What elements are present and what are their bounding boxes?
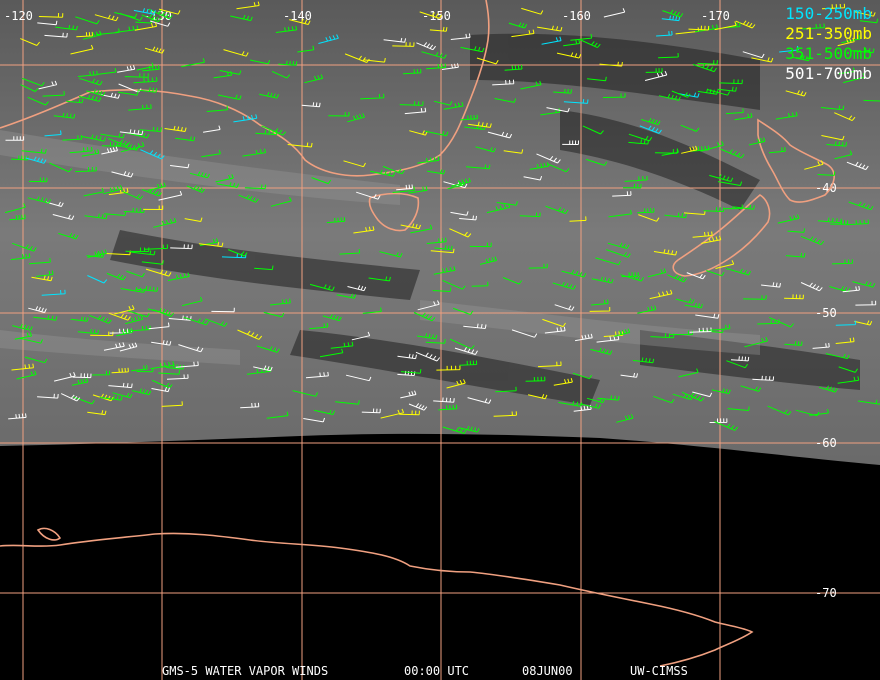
legend-entry-501-700mb: 501-700mb bbox=[785, 64, 872, 83]
caption-time: 00:00 UTC bbox=[404, 664, 470, 678]
caption-source: UW-CIMSS bbox=[630, 664, 688, 678]
lon-label: -170 bbox=[701, 9, 730, 23]
lat-label: -60 bbox=[815, 436, 837, 450]
lon-label: -120 bbox=[4, 9, 33, 23]
water-vapor-wind-map: -120 -130 -140 -150 -160 -170 -40 -50 -6… bbox=[0, 0, 880, 680]
legend-entry-351-500mb: 351-500mb bbox=[785, 44, 872, 63]
lon-label: -160 bbox=[562, 9, 591, 23]
pressure-level-legend: 150-250mb 251-350mb 351-500mb 501-700mb bbox=[785, 4, 872, 84]
legend-entry-150-250mb: 150-250mb bbox=[785, 4, 872, 23]
legend-entry-251-350mb: 251-350mb bbox=[785, 24, 872, 43]
caption-date: 08JUN00 bbox=[522, 664, 573, 678]
lat-label: -50 bbox=[815, 306, 837, 320]
lon-label: -140 bbox=[283, 9, 312, 23]
caption-product: GMS-5 WATER VAPOR WINDS bbox=[162, 664, 329, 678]
lat-label: -70 bbox=[815, 586, 837, 600]
